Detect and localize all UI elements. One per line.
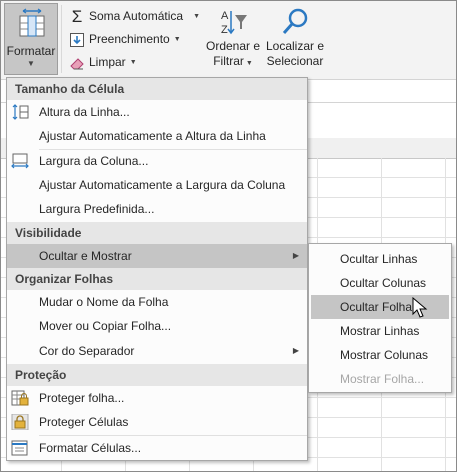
format-button-label: Formatar — [6, 44, 56, 58]
submenu-item-hide-columns[interactable]: Ocultar Colunas — [309, 271, 451, 295]
menu-item-rename-sheet[interactable]: Mudar o Nome da Folha — [7, 290, 307, 314]
menu-item-lock-cell[interactable]: Proteger Células — [7, 410, 307, 434]
menu-item-autofit-column[interactable]: Ajustar Automaticamente a Largura da Col… — [7, 173, 307, 197]
menu-item-label: Largura da Coluna... — [39, 154, 149, 168]
ribbon-divider — [61, 5, 62, 73]
autosum-button[interactable]: Σ Soma Automática ▼ — [69, 6, 200, 26]
eraser-icon — [70, 58, 84, 70]
clear-button[interactable]: Limpar ▼ — [69, 52, 137, 72]
sort-filter-icon: A Z — [221, 10, 247, 36]
submenu-item-hide-rows[interactable]: Ocultar Linhas — [309, 247, 451, 271]
find-label-line1: Localizar e — [265, 39, 325, 53]
menu-item-label: Ajustar Automaticamente a Largura da Col… — [39, 178, 286, 192]
menu-item-column-width[interactable]: Largura da Coluna... — [7, 149, 307, 173]
menu-item-move-copy-sheet[interactable]: Mover ou Copiar Folha... — [7, 314, 307, 338]
clear-label: Limpar — [89, 55, 126, 69]
format-menu: Tamanho da Célula Altura da Linha... Aju… — [6, 77, 308, 461]
autosum-label: Soma Automática — [89, 9, 184, 23]
lock-icon — [11, 414, 29, 430]
menu-item-format-cells[interactable]: Formatar Células... — [7, 436, 307, 460]
menu-item-default-width[interactable]: Largura Predefinida... — [7, 197, 307, 221]
menu-item-label: Ajustar Automaticamente a Altura da Linh… — [39, 129, 266, 143]
chevron-down-icon: ▼ — [193, 12, 200, 20]
menu-header-protection: Proteção — [7, 364, 307, 386]
submenu-item-unhide-sheet: Mostrar Folha... — [340, 372, 425, 386]
ribbon: Formatar ▼ Σ Soma Automática ▼ Preenchimen… — [1, 1, 456, 84]
column-width-icon — [11, 153, 29, 169]
menu-header-organize-sheets: Organizar Folhas — [7, 268, 307, 290]
excel-window: Formatar ▼ Σ Soma Automática ▼ Preenchimen… — [0, 0, 457, 472]
menu-item-row-height[interactable]: Altura da Linha... — [7, 100, 307, 124]
menu-item-label: Proteger folha... — [39, 391, 125, 405]
submenu-arrow-icon: ▶ — [292, 251, 299, 260]
fill-button[interactable]: Preenchimento ▼ — [69, 29, 181, 49]
chevron-down-icon: ▼ — [27, 59, 35, 68]
chevron-down-icon: ▼ — [243, 60, 253, 67]
fill-label: Preenchimento — [89, 32, 170, 46]
chevron-down-icon: ▼ — [173, 35, 181, 43]
magnifier-icon — [282, 8, 308, 34]
sort-label-line2: Filtrar — [213, 54, 244, 68]
menu-item-label: Mudar o Nome da Folha — [39, 295, 169, 309]
chevron-down-icon: ▼ — [129, 58, 137, 66]
menu-item-label: Proteger Células — [39, 415, 129, 429]
sort-label-line1: Ordenar e — [205, 39, 261, 53]
menu-item-tab-color[interactable]: Cor do Separador ▶ — [7, 339, 307, 363]
menu-item-label: Altura da Linha... — [39, 105, 130, 119]
submenu-item-unhide-rows[interactable]: Mostrar Linhas — [309, 319, 451, 343]
format-icon — [19, 8, 45, 37]
menu-item-autofit-row[interactable]: Ajustar Automaticamente a Altura da Linh… — [7, 124, 307, 148]
menu-item-label: Largura Predefinida... — [39, 202, 155, 216]
menu-header-cell-size: Tamanho da Célula — [7, 78, 307, 100]
menu-item-label: Cor do Separador — [39, 344, 135, 358]
menu-header-visibility: Visibilidade — [7, 222, 307, 244]
svg-text:Z: Z — [221, 24, 228, 36]
format-button[interactable]: Formatar ▼ — [4, 3, 58, 75]
sigma-icon: Σ — [71, 6, 83, 26]
svg-text:A: A — [221, 10, 229, 22]
find-label-line2: Selecionar — [266, 54, 324, 68]
hide-unhide-submenu: Ocultar Linhas Ocultar Colunas Ocultar F… — [308, 243, 452, 393]
format-cells-icon — [11, 440, 28, 456]
menu-item-hide-unhide[interactable]: Ocultar e Mostrar ▶ — [7, 244, 307, 268]
protect-sheet-icon — [11, 390, 29, 406]
menu-item-label: Ocultar e Mostrar — [39, 249, 132, 263]
fill-down-icon — [70, 32, 84, 47]
submenu-arrow-icon: ▶ — [292, 346, 299, 355]
find-select-button[interactable]: Localizar e Selecionar ▼ — [263, 7, 327, 88]
sort-filter-button[interactable]: A Z Ordenar e Filtrar ▼ — [204, 7, 262, 71]
submenu-item-hide-sheet[interactable]: Ocultar Folha — [311, 295, 449, 319]
menu-item-label: Formatar Células... — [39, 441, 142, 455]
mouse-pointer-icon — [412, 297, 428, 318]
submenu-item-unhide-columns[interactable]: Mostrar Colunas — [309, 343, 451, 367]
menu-item-protect-sheet[interactable]: Proteger folha... — [7, 386, 307, 410]
menu-item-label: Mover ou Copiar Folha... — [39, 319, 172, 333]
row-height-icon — [12, 104, 29, 120]
